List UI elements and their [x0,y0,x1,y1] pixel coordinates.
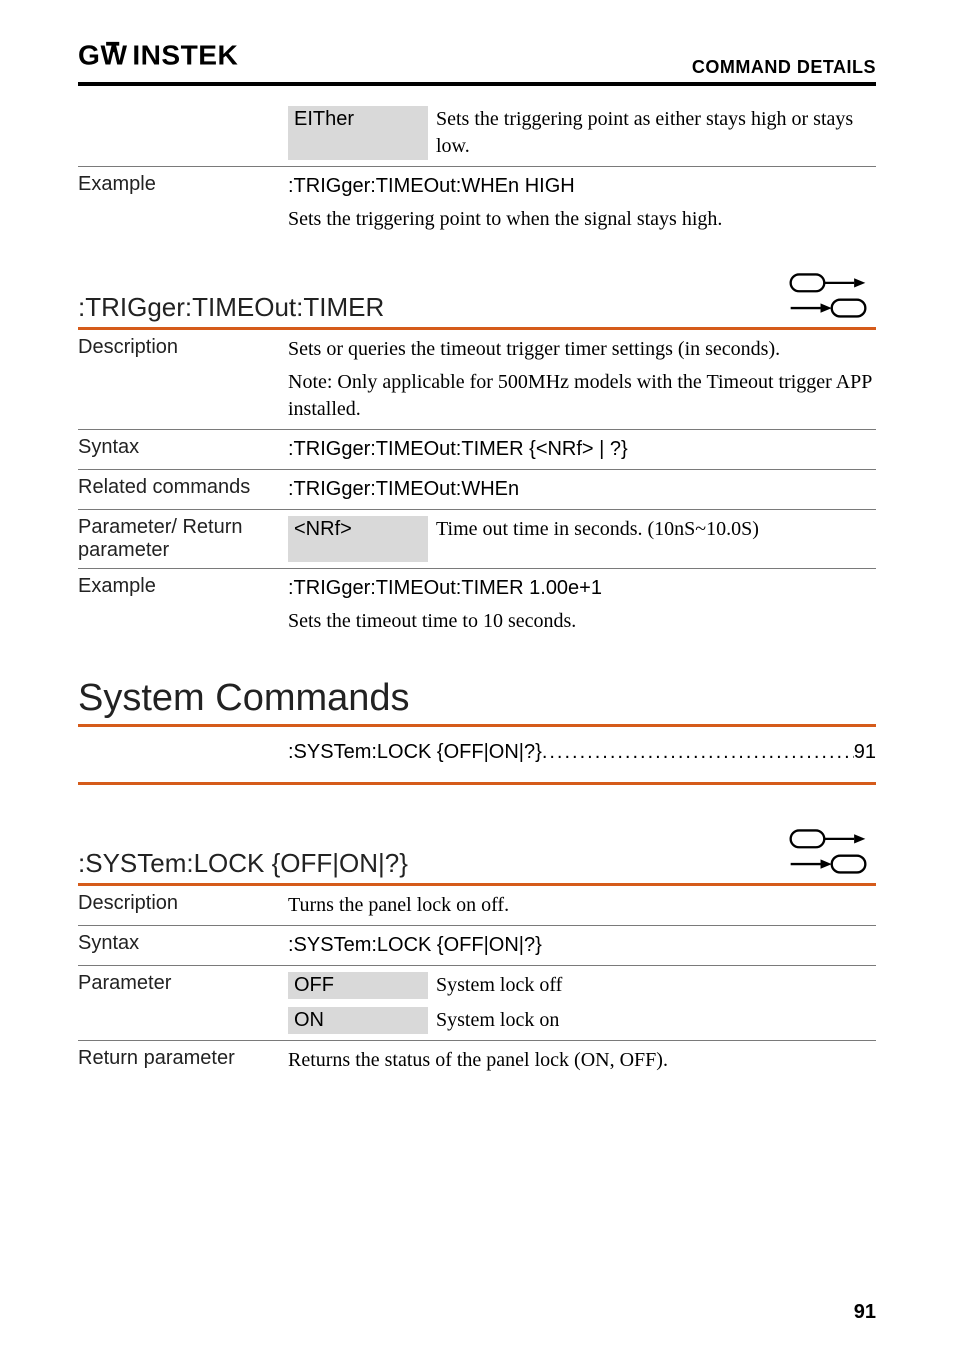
return-body: Returns the status of the panel lock (ON… [288,1047,876,1074]
syntax-body: :TRIGger:TIMEOut:TIMER {<NRf> | ?} [288,436,876,463]
lock-parameter-label: Parameter [78,972,288,995]
lock-description-row: Description Turns the panel lock on off. [78,886,876,925]
lock-syntax-body: :SYSTem:LOCK {OFF|ON|?} [288,932,876,959]
example-label: Example [78,173,288,196]
param-on-desc: System lock on [436,1007,876,1034]
description-body: Sets or queries the timeout trigger time… [288,336,876,363]
lock-description-body: Turns the panel lock on off. [288,892,876,919]
brand-logo: G W INSTEK [78,40,284,78]
example2-row: Example :TRIGger:TIMEOut:TIMER 1.00e+1 [78,569,876,608]
orange-rule [78,782,876,785]
return-row: Return parameter Returns the status of t… [78,1041,876,1080]
description-row: Description Sets or queries the timeout … [78,330,876,369]
toc-dots: ........................................… [542,741,854,764]
set-query-icon [780,267,876,323]
page-number: 91 [854,1301,876,1324]
syntax-row: Syntax :TRIGger:TIMEOut:TIMER {<NRf> | ?… [78,430,876,469]
set-query-icon [780,823,876,879]
example2-label: Example [78,575,288,598]
description-note-row: Note: Only applicable for 500MHz models … [78,369,876,429]
lock-description-label: Description [78,892,288,915]
related-body: :TRIGger:TIMEOut:WHEn [288,476,876,503]
description-note: Note: Only applicable for 500MHz models … [288,369,876,423]
section-heading-wrap: :TRIGger:TIMEOut:TIMER [78,267,876,323]
svg-text:G: G [78,40,100,70]
param-either: EITher [288,106,428,160]
either-param-row: EITher Sets the triggering point as eith… [78,100,876,166]
related-label: Related commands [78,476,288,499]
section-heading-wrap: :SYSTem:LOCK {OFF|ON|?} [78,823,876,879]
param-nrf: <NRf> [288,516,428,562]
lock-syntax-label: Syntax [78,932,288,955]
param-off: OFF [288,972,428,999]
description-label: Description [78,336,288,359]
return-label: Return parameter [78,1047,288,1070]
lock-param-on-row: ON System lock on [78,1005,876,1040]
section-heading-timer: :TRIGger:TIMEOut:TIMER [78,292,384,323]
example-cmd: :TRIGger:TIMEOut:WHEn HIGH [288,173,876,200]
system-commands-heading: System Commands [78,677,876,720]
param-either-desc: Sets the triggering point as either stay… [436,106,876,160]
lock-param-off-row: Parameter OFF System lock off [78,966,876,1005]
param-off-desc: System lock off [436,972,876,999]
param-nrf-desc: Time out time in seconds. (10nS~10.0S) [436,516,876,543]
gwinstek-logo-icon: G W INSTEK [78,40,284,70]
section-heading-lock: :SYSTem:LOCK {OFF|ON|?} [78,848,408,879]
parameter-label: Parameter/ Return parameter [78,516,288,562]
example-row: Example :TRIGger:TIMEOut:WHEn HIGH [78,167,876,206]
example2-desc-row: Sets the timeout time to 10 seconds. [78,608,876,641]
toc-row: :SYSTem:LOCK {OFF|ON|?} ................… [78,727,876,778]
example-desc-row: Sets the triggering point to when the si… [78,206,876,239]
page-header-title: COMMAND DETAILS [692,57,876,78]
param-on: ON [288,1007,428,1034]
lock-syntax-row: Syntax :SYSTem:LOCK {OFF|ON|?} [78,926,876,965]
example2-cmd: :TRIGger:TIMEOut:TIMER 1.00e+1 [288,575,876,602]
example2-desc: Sets the timeout time to 10 seconds. [288,608,876,635]
parameter-row: Parameter/ Return parameter <NRf> Time o… [78,510,876,568]
toc-page: 91 [854,741,876,764]
example-desc: Sets the triggering point to when the si… [288,206,876,233]
page-header: G W INSTEK COMMAND DETAILS [78,40,876,78]
related-row: Related commands :TRIGger:TIMEOut:WHEn [78,470,876,509]
syntax-label: Syntax [78,436,288,459]
header-rule [78,82,876,86]
toc-label: :SYSTem:LOCK {OFF|ON|?} [288,741,542,764]
svg-text:INSTEK: INSTEK [132,40,238,70]
